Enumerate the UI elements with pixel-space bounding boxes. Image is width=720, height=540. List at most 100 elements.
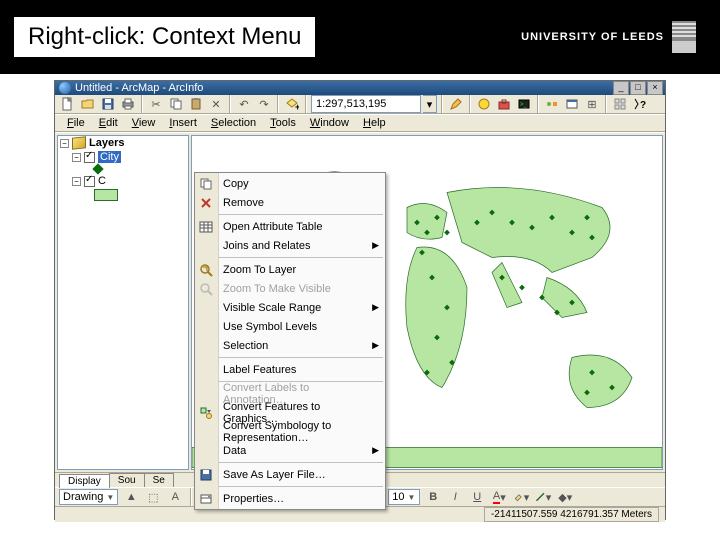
menu-separator <box>219 257 383 258</box>
print-icon[interactable] <box>119 95 137 113</box>
layer-name[interactable]: C <box>98 175 106 187</box>
layer-name-selected[interactable]: City <box>98 151 121 163</box>
app-icon <box>59 82 71 94</box>
window-toggle-icon[interactable] <box>563 95 581 113</box>
thumb-icon[interactable] <box>611 95 629 113</box>
tab-selection[interactable]: Se <box>144 473 174 487</box>
window-title: Untitled - ArcMap - ArcInfo <box>75 82 203 94</box>
slide-header: Right-click: Context Menu UNIVERSITY OF … <box>0 0 720 74</box>
menu-edit[interactable]: Edit <box>93 115 124 131</box>
font-color-button[interactable]: A▾ <box>490 488 508 506</box>
collapse-icon[interactable]: − <box>72 177 81 186</box>
open-icon[interactable] <box>79 95 97 113</box>
minimize-button[interactable]: _ <box>613 81 629 95</box>
context-selection[interactable]: Selection▶ <box>219 336 385 355</box>
collapse-icon[interactable]: − <box>72 153 81 162</box>
editor-toolbar-icon[interactable] <box>447 95 465 113</box>
visibility-checkbox[interactable] <box>84 152 95 163</box>
line-color-button[interactable]: ▾ <box>534 488 552 506</box>
cmd-icon[interactable]: >_ <box>515 95 533 113</box>
university-name: UNIVERSITY OF LEEDS <box>521 31 664 43</box>
context-joins-and-relates[interactable]: Joins and Relates▶ <box>219 236 385 255</box>
scale-dropdown[interactable]: ▾ <box>423 95 437 113</box>
context-zoom-to-layer[interactable]: Zoom To Layer <box>219 260 385 279</box>
new-icon[interactable] <box>59 95 77 113</box>
slide-title: Right-click: Context Menu <box>18 19 311 55</box>
bold-button[interactable]: B <box>424 488 442 506</box>
menu-window[interactable]: Window <box>304 115 355 131</box>
paste-icon[interactable] <box>187 95 205 113</box>
italic-button[interactable]: I <box>446 488 464 506</box>
copy-icon <box>198 176 214 192</box>
toc-layer-2[interactable]: − C <box>58 174 188 188</box>
pointer-icon[interactable]: ▲ <box>122 488 140 506</box>
zoom-icon <box>198 262 214 278</box>
copy-toolbar-icon[interactable] <box>167 95 185 113</box>
context-data[interactable]: Data▶ <box>219 441 385 460</box>
toc-symbol-point[interactable] <box>58 164 188 174</box>
table-of-contents[interactable]: − Layers − City − C <box>57 135 189 470</box>
cut-icon[interactable]: ✂ <box>147 95 165 113</box>
underline-button[interactable]: U <box>468 488 486 506</box>
rect-marker-icon[interactable]: ⬚ <box>144 488 162 506</box>
context-label-features[interactable]: Label Features <box>219 360 385 379</box>
table-icon <box>198 219 214 235</box>
toolbox-icon[interactable] <box>495 95 513 113</box>
window-titlebar[interactable]: Untitled - ArcMap - ArcInfo _ □ × <box>55 81 665 95</box>
menu-selection[interactable]: Selection <box>205 115 262 131</box>
context-open-attribute-table[interactable]: Open Attribute Table <box>219 217 385 236</box>
coords-display: -21411507.559 4216791.357 Meters <box>484 507 659 522</box>
remove-icon <box>198 195 214 211</box>
submenu-arrow-icon: ▶ <box>372 302 379 313</box>
context-save-as-layer-file[interactable]: Save As Layer File… <box>219 465 385 484</box>
svg-text:?: ? <box>640 100 646 111</box>
layer-context-menu: CopyRemove Open Attribute TableJoins and … <box>194 172 386 510</box>
toc-symbol-polygon[interactable] <box>58 188 188 202</box>
menubar: File Edit View Insert Selection Tools Wi… <box>55 114 665 132</box>
context-visible-scale-range[interactable]: Visible Scale Range▶ <box>219 298 385 317</box>
undo-icon[interactable]: ↶ <box>235 95 253 113</box>
redo-icon[interactable]: ↷ <box>255 95 273 113</box>
model-icon[interactable] <box>543 95 561 113</box>
context-remove[interactable]: Remove <box>219 193 385 212</box>
toc-root-label: Layers <box>89 137 124 149</box>
toc-layer-city[interactable]: − City <box>58 150 188 164</box>
context-use-symbol-levels[interactable]: Use Symbol Levels <box>219 317 385 336</box>
help-icon[interactable]: ? <box>631 95 649 113</box>
fill-color-button[interactable]: ▾ <box>512 488 530 506</box>
university-logo: UNIVERSITY OF LEEDS <box>521 21 696 53</box>
menu-help[interactable]: Help <box>357 115 392 131</box>
font-size-select[interactable]: 10▼ <box>388 489 420 505</box>
close-button[interactable]: × <box>647 81 663 95</box>
menu-tools[interactable]: Tools <box>264 115 302 131</box>
catalog-icon[interactable] <box>475 95 493 113</box>
drawing-menu[interactable]: Drawing▼ <box>59 489 118 505</box>
tab-source[interactable]: Sou <box>109 473 145 487</box>
menu-separator <box>219 357 383 358</box>
context-convert-symbology-to-representation[interactable]: Convert Symbology to Representation… <box>219 422 385 441</box>
layers-icon <box>72 136 86 149</box>
text-tool-icon[interactable]: A <box>166 488 184 506</box>
menu-insert[interactable]: Insert <box>163 115 203 131</box>
svg-text:+: + <box>295 102 299 111</box>
scale-input[interactable]: 1:297,513,195 <box>311 95 421 113</box>
menu-view[interactable]: View <box>126 115 162 131</box>
menu-file[interactable]: File <box>61 115 91 131</box>
tab-display[interactable]: Display <box>59 474 110 488</box>
context-properties[interactable]: Properties… <box>219 489 385 508</box>
delete-icon[interactable]: ✕ <box>207 95 225 113</box>
collapse-icon[interactable]: − <box>60 139 69 148</box>
marker-color-button[interactable]: ◆▾ <box>556 488 574 506</box>
context-copy[interactable]: Copy <box>219 174 385 193</box>
add-data-icon[interactable]: + <box>283 95 301 113</box>
menu-separator <box>219 462 383 463</box>
toc-root[interactable]: − Layers <box>58 136 188 150</box>
save-icon <box>198 467 214 483</box>
zoom2-icon <box>198 281 214 297</box>
submenu-arrow-icon: ▶ <box>372 340 379 351</box>
maximize-button[interactable]: □ <box>630 81 646 95</box>
save-icon[interactable] <box>99 95 117 113</box>
visibility-checkbox[interactable] <box>84 176 95 187</box>
dim-icon[interactable]: ⊞ <box>583 95 601 113</box>
point-symbol-icon <box>92 163 103 174</box>
